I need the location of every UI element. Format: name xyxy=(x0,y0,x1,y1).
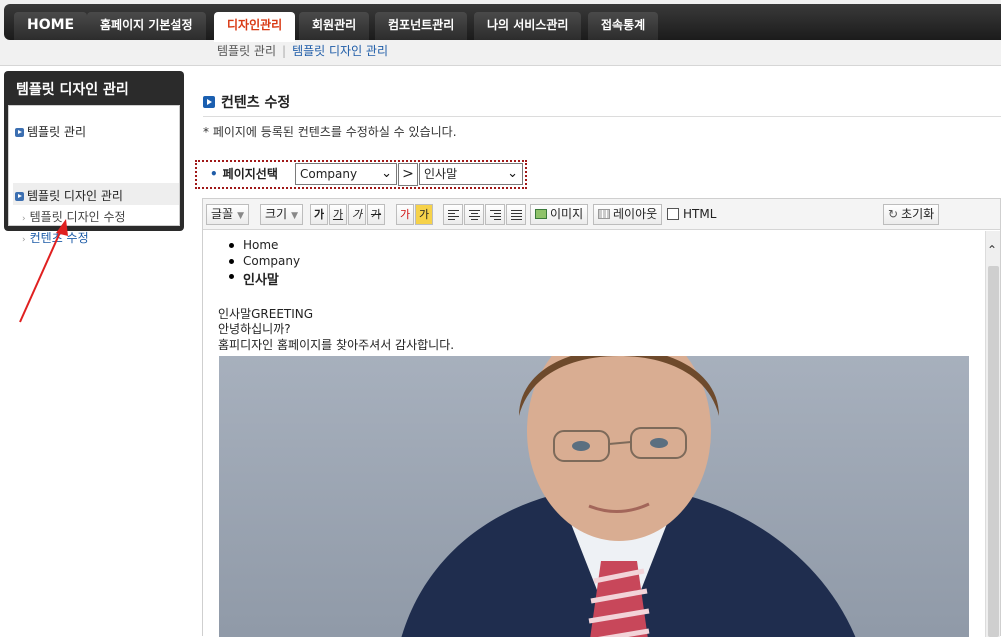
html-mode-label: HTML xyxy=(683,207,717,221)
tab-my-service-management[interactable]: 나의 서비스관리 xyxy=(474,12,582,40)
html-mode-checkbox[interactable] xyxy=(667,208,679,220)
align-right-button[interactable] xyxy=(485,204,505,225)
breadcrumb-item-company: Company xyxy=(228,254,301,268)
underline-button[interactable]: 가 xyxy=(329,204,347,225)
bullet-dot-icon: • xyxy=(210,167,218,181)
image-icon xyxy=(535,209,547,219)
insert-image-label: 이미지 xyxy=(550,207,584,221)
greeting-line-2: 홈피디자인 홈페이지를 찾아주셔서 감사합니다. xyxy=(218,338,455,352)
annotation-arrow-icon xyxy=(19,219,68,323)
align-left-button[interactable] xyxy=(443,204,463,225)
portrait-illustration xyxy=(401,356,856,637)
next-level-button[interactable]: > xyxy=(398,163,418,186)
dropdown-arrow-icon: ▼ xyxy=(237,211,245,221)
heading-play-icon xyxy=(203,96,215,108)
divider xyxy=(203,116,1001,117)
sub-navigation: 템플릿 관리 | 템플릿 디자인 관리 xyxy=(217,42,388,59)
select-value: Company xyxy=(300,167,358,181)
font-dropdown[interactable]: 글꼴 ▼ xyxy=(206,204,250,225)
italic-button[interactable]: 가 xyxy=(348,204,366,225)
vertical-scrollbar[interactable]: ⌃ xyxy=(985,231,1000,637)
page-category-select[interactable]: Company ⌄ xyxy=(295,163,397,185)
strikethrough-button[interactable]: 가 xyxy=(367,204,385,225)
reset-label: 초기화 xyxy=(901,207,935,221)
breadcrumb-item-greeting: 인사말 xyxy=(229,269,279,288)
content-heading: 컨텐츠 수정 xyxy=(203,92,290,112)
bold-button[interactable]: 가 xyxy=(310,204,328,225)
chevron-down-icon: ⌄ xyxy=(507,166,518,181)
layout-button[interactable]: 레이아웃 xyxy=(593,204,663,225)
tab-member-management[interactable]: 회원관리 xyxy=(299,12,370,40)
size-dropdown-label: 크기 xyxy=(265,207,288,221)
subnav-template-design-management[interactable]: 템플릿 디자인 관리 xyxy=(292,44,388,58)
highlight-color-button[interactable]: 가 xyxy=(415,204,433,225)
text-color-button[interactable]: 가 xyxy=(396,204,414,225)
content-editor: 글꼴 ▼ 크기 ▼ 가 가 가 가 가 가 이미지 레이아웃 HTML ↻ 초기화 H… xyxy=(202,198,1001,637)
reset-button[interactable]: ↻ 초기화 xyxy=(883,204,940,225)
dropdown-arrow-icon: ▼ xyxy=(291,211,299,221)
tab-design-management[interactable]: 디자인관리 xyxy=(214,12,296,42)
greeting-line-1: 안녕하십니까? xyxy=(218,322,291,336)
scrollbar-thumb[interactable] xyxy=(988,266,999,637)
chevron-down-icon: ⌄ xyxy=(381,166,392,181)
content-heading-text: 컨텐츠 수정 xyxy=(221,95,291,111)
ceo-photo xyxy=(219,356,969,637)
page-select[interactable]: 인사말 ⌄ xyxy=(419,163,523,185)
size-dropdown[interactable]: 크기 ▼ xyxy=(260,204,304,225)
tab-component-management[interactable]: 컴포넌트관리 xyxy=(375,12,468,40)
page-select-label-text: 페이지선택 xyxy=(222,167,278,181)
content-description: * 페이지에 등록된 컨텐츠를 수정하실 수 있습니다. xyxy=(203,125,457,139)
breadcrumb-item-home: Home xyxy=(228,238,279,252)
subnav-template-management[interactable]: 템플릿 관리 xyxy=(217,44,276,58)
font-dropdown-label: 글꼴 xyxy=(211,207,234,221)
align-center-button[interactable] xyxy=(464,204,484,225)
select-value: 인사말 xyxy=(424,167,458,181)
refresh-icon: ↻ xyxy=(888,207,899,221)
scroll-up-icon[interactable]: ⌃ xyxy=(987,243,997,257)
editor-body[interactable]: Home Company 인사말 인사말GREETING 안녕하십니까? 홈피디… xyxy=(203,231,985,637)
editor-toolbar: 글꼴 ▼ 크기 ▼ 가 가 가 가 가 가 이미지 레이아웃 HTML ↻ 초기화 xyxy=(203,199,1000,230)
layout-icon xyxy=(598,209,610,219)
tab-access-stats[interactable]: 접속통계 xyxy=(588,12,659,40)
subnav-separator: | xyxy=(282,44,287,58)
insert-image-button[interactable]: 이미지 xyxy=(530,204,589,225)
page-select-label: • 페이지선택 xyxy=(210,165,278,182)
layout-label: 레이아웃 xyxy=(613,207,658,221)
align-justify-button[interactable] xyxy=(506,204,526,225)
